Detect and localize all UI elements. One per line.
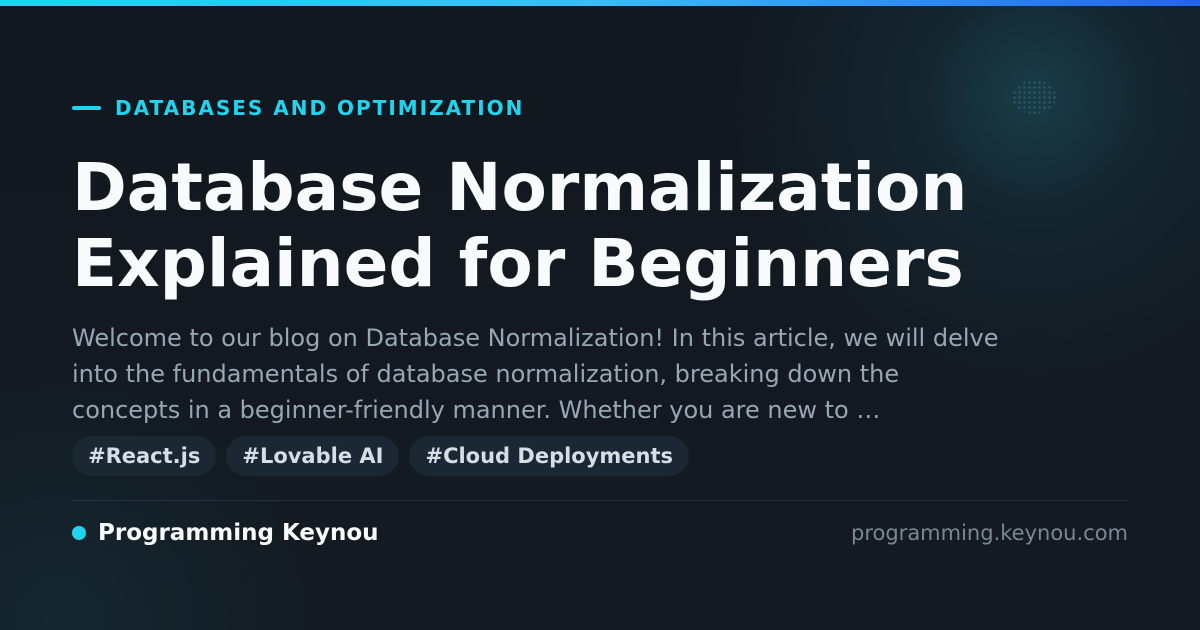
footer-divider bbox=[72, 500, 1129, 501]
site-url: programming.keynou.com bbox=[851, 521, 1128, 545]
category-label: DATABASES AND OPTIMIZATION bbox=[115, 96, 525, 120]
excerpt-line-1: Welcome to our blog on Database Normaliz… bbox=[72, 324, 999, 352]
article-title: Database Normalization Explained for Beg… bbox=[72, 150, 1152, 302]
decorative-dot-pattern bbox=[1012, 80, 1056, 114]
excerpt-line-2: into the fundamentals of database normal… bbox=[72, 360, 900, 388]
title-line-2: Explained for Beginners bbox=[72, 225, 964, 302]
category-eyebrow: DATABASES AND OPTIMIZATION bbox=[72, 96, 524, 120]
article-excerpt: Welcome to our blog on Database Normaliz… bbox=[72, 320, 1132, 428]
brand-dot-icon bbox=[72, 526, 86, 540]
tag-list: #React.js #Lovable AI #Cloud Deployments bbox=[72, 436, 690, 476]
eyebrow-dash-icon bbox=[72, 106, 101, 110]
social-card: DATABASES AND OPTIMIZATION Database Norm… bbox=[0, 0, 1200, 630]
tag-lovable-ai: #Lovable AI bbox=[226, 436, 400, 476]
tag-react-js: #React.js bbox=[72, 436, 217, 476]
tag-cloud-deployments: #Cloud Deployments bbox=[409, 436, 690, 476]
title-line-1: Database Normalization bbox=[72, 149, 968, 226]
accent-top-bar bbox=[0, 0, 1200, 6]
excerpt-line-3: concepts in a beginner-friendly manner. … bbox=[72, 396, 881, 424]
brand: Programming Keynou bbox=[72, 518, 379, 548]
brand-name: Programming Keynou bbox=[98, 520, 379, 546]
